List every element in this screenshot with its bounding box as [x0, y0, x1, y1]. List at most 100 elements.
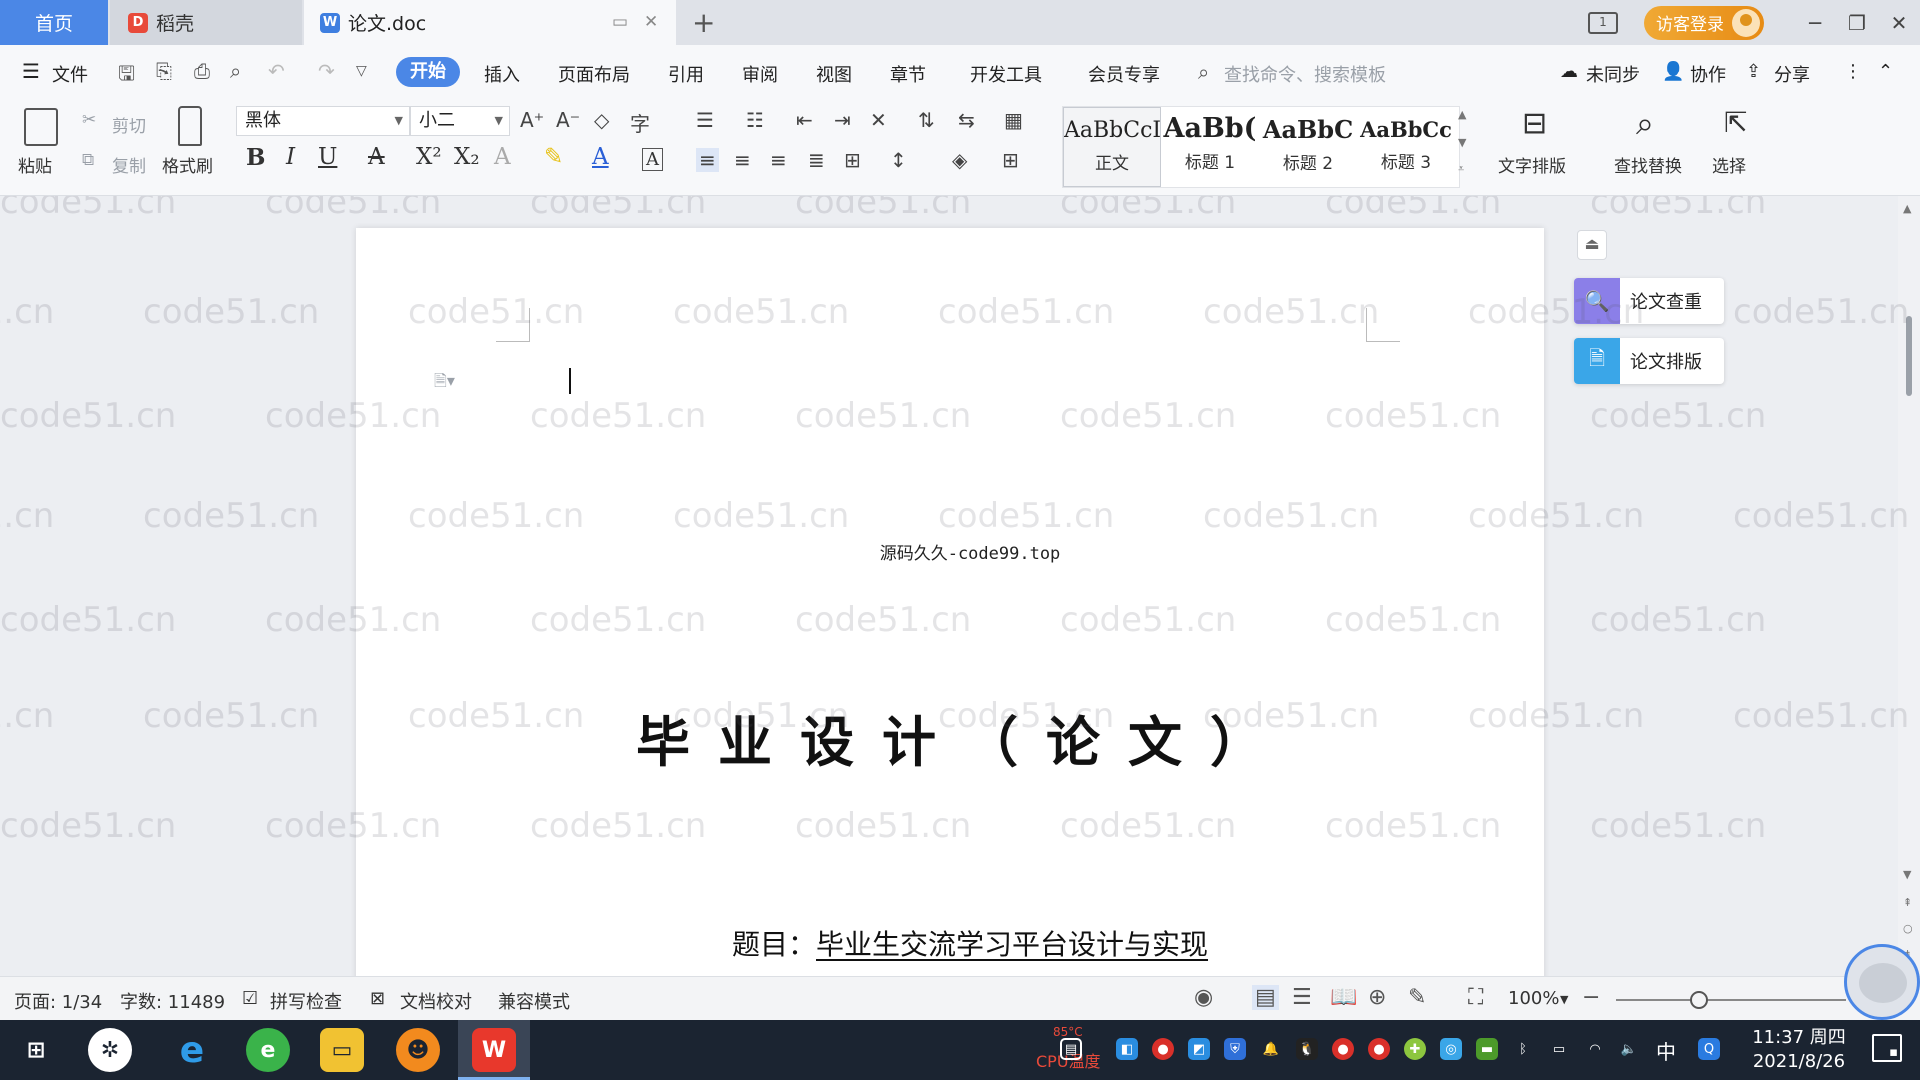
tray-volume-icon[interactable]: 🔈: [1618, 1038, 1640, 1060]
bullet-list-icon[interactable]: ☰: [696, 108, 714, 132]
scroll-up-icon[interactable]: ▲: [1903, 202, 1911, 215]
paragraph-handle-icon[interactable]: 🗎▾: [434, 370, 455, 397]
tray-shield-icon[interactable]: ⛨: [1224, 1038, 1246, 1060]
format-painter-button[interactable]: 格式刷: [162, 152, 213, 177]
text-direction-icon[interactable]: ⇆: [958, 108, 975, 132]
menu-page-layout[interactable]: 页面布局: [558, 61, 630, 87]
tab-document[interactable]: W 论文.doc ▭ ✕: [304, 0, 676, 45]
print-preview-icon[interactable]: ⌕: [230, 59, 241, 83]
decrease-font-icon[interactable]: A⁻: [556, 108, 580, 132]
redo-icon[interactable]: ↷: [318, 59, 335, 83]
shading-icon[interactable]: ◈: [952, 148, 967, 172]
cut-button[interactable]: 剪切: [112, 112, 146, 137]
fit-page-icon[interactable]: ⛶: [1468, 985, 1483, 1010]
share-button[interactable]: 分享: [1774, 61, 1810, 87]
align-left-icon[interactable]: ≡: [696, 148, 719, 172]
web-view-icon[interactable]: ⊕: [1368, 985, 1386, 1010]
find-replace-button[interactable]: 查找替换: [1614, 152, 1682, 177]
new-tab-button[interactable]: +: [692, 6, 715, 39]
font-color-icon[interactable]: A: [592, 144, 609, 170]
font-name-select[interactable]: 黑体 ▼: [236, 106, 410, 136]
input-method-indicator[interactable]: 中: [1656, 1036, 1676, 1065]
menu-insert[interactable]: 插入: [484, 61, 520, 87]
tray-monitor-icon[interactable]: ▤: [1060, 1038, 1082, 1060]
document-page[interactable]: 🗎▾ 源码久久-code99.top 毕业设计（论文） 题目：毕业生交流学习平台…: [356, 228, 1544, 976]
phonetic-guide-icon[interactable]: 字: [630, 108, 650, 137]
zoom-level-select[interactable]: 100%: [1508, 988, 1559, 1009]
highlight-icon[interactable]: ✎: [544, 144, 563, 170]
menu-file[interactable]: 文件: [52, 61, 88, 87]
menu-review[interactable]: 审阅: [742, 61, 778, 87]
tray-app-green-icon[interactable]: ✚: [1404, 1038, 1426, 1060]
font-size-select[interactable]: 小二 ▼: [410, 106, 510, 136]
notification-center-icon[interactable]: ▪: [1872, 1034, 1902, 1062]
style-more-icon[interactable]: ⩡: [1458, 162, 1464, 176]
more-options-icon[interactable]: ⋮: [1844, 61, 1862, 82]
vertical-scrollbar[interactable]: ▲ ▼ ⇞ ○ ⇟: [1898, 196, 1920, 976]
system-clock[interactable]: 11:37 周四 2021/8/26: [1744, 1026, 1854, 1074]
align-center-icon[interactable]: ≡: [734, 148, 751, 172]
wps-taskbar-active[interactable]: W: [458, 1020, 530, 1080]
decrease-indent-icon[interactable]: ⇤: [796, 108, 813, 132]
file-explorer-icon[interactable]: ▭: [320, 1028, 364, 1072]
find-replace-icon[interactable]: ⌕: [1636, 104, 1654, 143]
doc-proof-button[interactable]: 文档校对: [400, 988, 472, 1014]
bold-icon[interactable]: B: [246, 144, 265, 171]
select-button[interactable]: 选择: [1712, 152, 1746, 177]
close-tab-icon[interactable]: ✕: [644, 12, 658, 32]
text-layout-icon[interactable]: ⊟: [1522, 106, 1547, 141]
style-normal[interactable]: AaBbCcI 正文: [1063, 107, 1161, 187]
tray-wifi-icon[interactable]: ◠: [1584, 1038, 1606, 1060]
menu-references[interactable]: 引用: [668, 61, 704, 87]
tray-app-red-icon[interactable]: ●: [1332, 1038, 1354, 1060]
unsynced-button[interactable]: 未同步: [1586, 61, 1640, 87]
search-command-input[interactable]: 查找命令、搜索模板: [1224, 61, 1386, 87]
save-icon[interactable]: 🖫: [118, 59, 135, 93]
tab-home[interactable]: 首页: [0, 0, 108, 45]
close-window-button[interactable]: ✕: [1878, 11, 1920, 35]
tray-search-app-icon[interactable]: Q: [1698, 1038, 1720, 1060]
zoom-slider-knob[interactable]: [1689, 991, 1708, 1009]
customize-toolbar-icon[interactable]: ▽: [356, 63, 367, 79]
page-view-icon[interactable]: ▤: [1252, 985, 1279, 1010]
tray-network-app-icon[interactable]: ◩: [1188, 1038, 1210, 1060]
show-marks-icon[interactable]: ▦: [1004, 108, 1023, 132]
tray-app-blue-icon[interactable]: ◎: [1440, 1038, 1462, 1060]
scroll-thumb[interactable]: [1906, 316, 1912, 396]
text-effect-icon[interactable]: A: [494, 144, 511, 170]
paste-icon[interactable]: [24, 108, 58, 146]
browse-object-icon[interactable]: ○: [1903, 922, 1913, 935]
thesis-check-button[interactable]: 🔍 论文查重: [1574, 278, 1724, 324]
superscript-icon[interactable]: X²: [416, 144, 442, 170]
sort-icon[interactable]: ⇅: [918, 108, 935, 132]
justify-icon[interactable]: ≣: [808, 148, 825, 172]
copy-icon[interactable]: ⧉: [82, 150, 94, 170]
line-spacing-icon[interactable]: ↕: [890, 148, 907, 172]
clear-format-icon[interactable]: ◇: [594, 108, 609, 132]
internet-explorer-icon[interactable]: e: [170, 1028, 214, 1072]
menu-developer[interactable]: 开发工具: [970, 61, 1042, 87]
assistant-bot-icon[interactable]: [1844, 944, 1920, 1020]
undo-icon[interactable]: ↶: [268, 59, 285, 83]
thesis-layout-button[interactable]: 🗎 论文排版: [1574, 338, 1724, 384]
zoom-dropdown-icon[interactable]: ▼: [1560, 993, 1568, 1006]
collapse-panel-button[interactable]: ⏏: [1577, 230, 1607, 260]
italic-icon[interactable]: I: [286, 144, 295, 170]
zoom-slider[interactable]: [1616, 991, 1846, 1009]
menu-view[interactable]: 视图: [816, 61, 852, 87]
outline-view-icon[interactable]: ☰: [1292, 985, 1312, 1010]
app-pinwheel-icon[interactable]: ✲: [88, 1028, 132, 1072]
tray-qq-icon[interactable]: 🐧: [1296, 1038, 1318, 1060]
spell-check-button[interactable]: 拼写检查: [270, 988, 342, 1014]
borders-icon[interactable]: ⊞: [1002, 148, 1019, 172]
prev-page-icon[interactable]: ⇞: [1903, 896, 1912, 909]
hamburger-menu-icon[interactable]: ☰: [22, 59, 40, 83]
style-heading-1[interactable]: AaBb( 标题 1: [1161, 107, 1259, 187]
tray-bluetooth-icon[interactable]: ᛒ: [1512, 1038, 1534, 1060]
guest-login-button[interactable]: 访客登录: [1644, 5, 1764, 40]
increase-font-icon[interactable]: A⁺: [520, 108, 544, 132]
style-heading-2[interactable]: AaBbC 标题 2: [1259, 107, 1357, 187]
underline-icon[interactable]: U: [318, 144, 337, 170]
copy-button[interactable]: 复制: [112, 152, 146, 177]
numbered-list-icon[interactable]: ☷: [746, 108, 764, 132]
